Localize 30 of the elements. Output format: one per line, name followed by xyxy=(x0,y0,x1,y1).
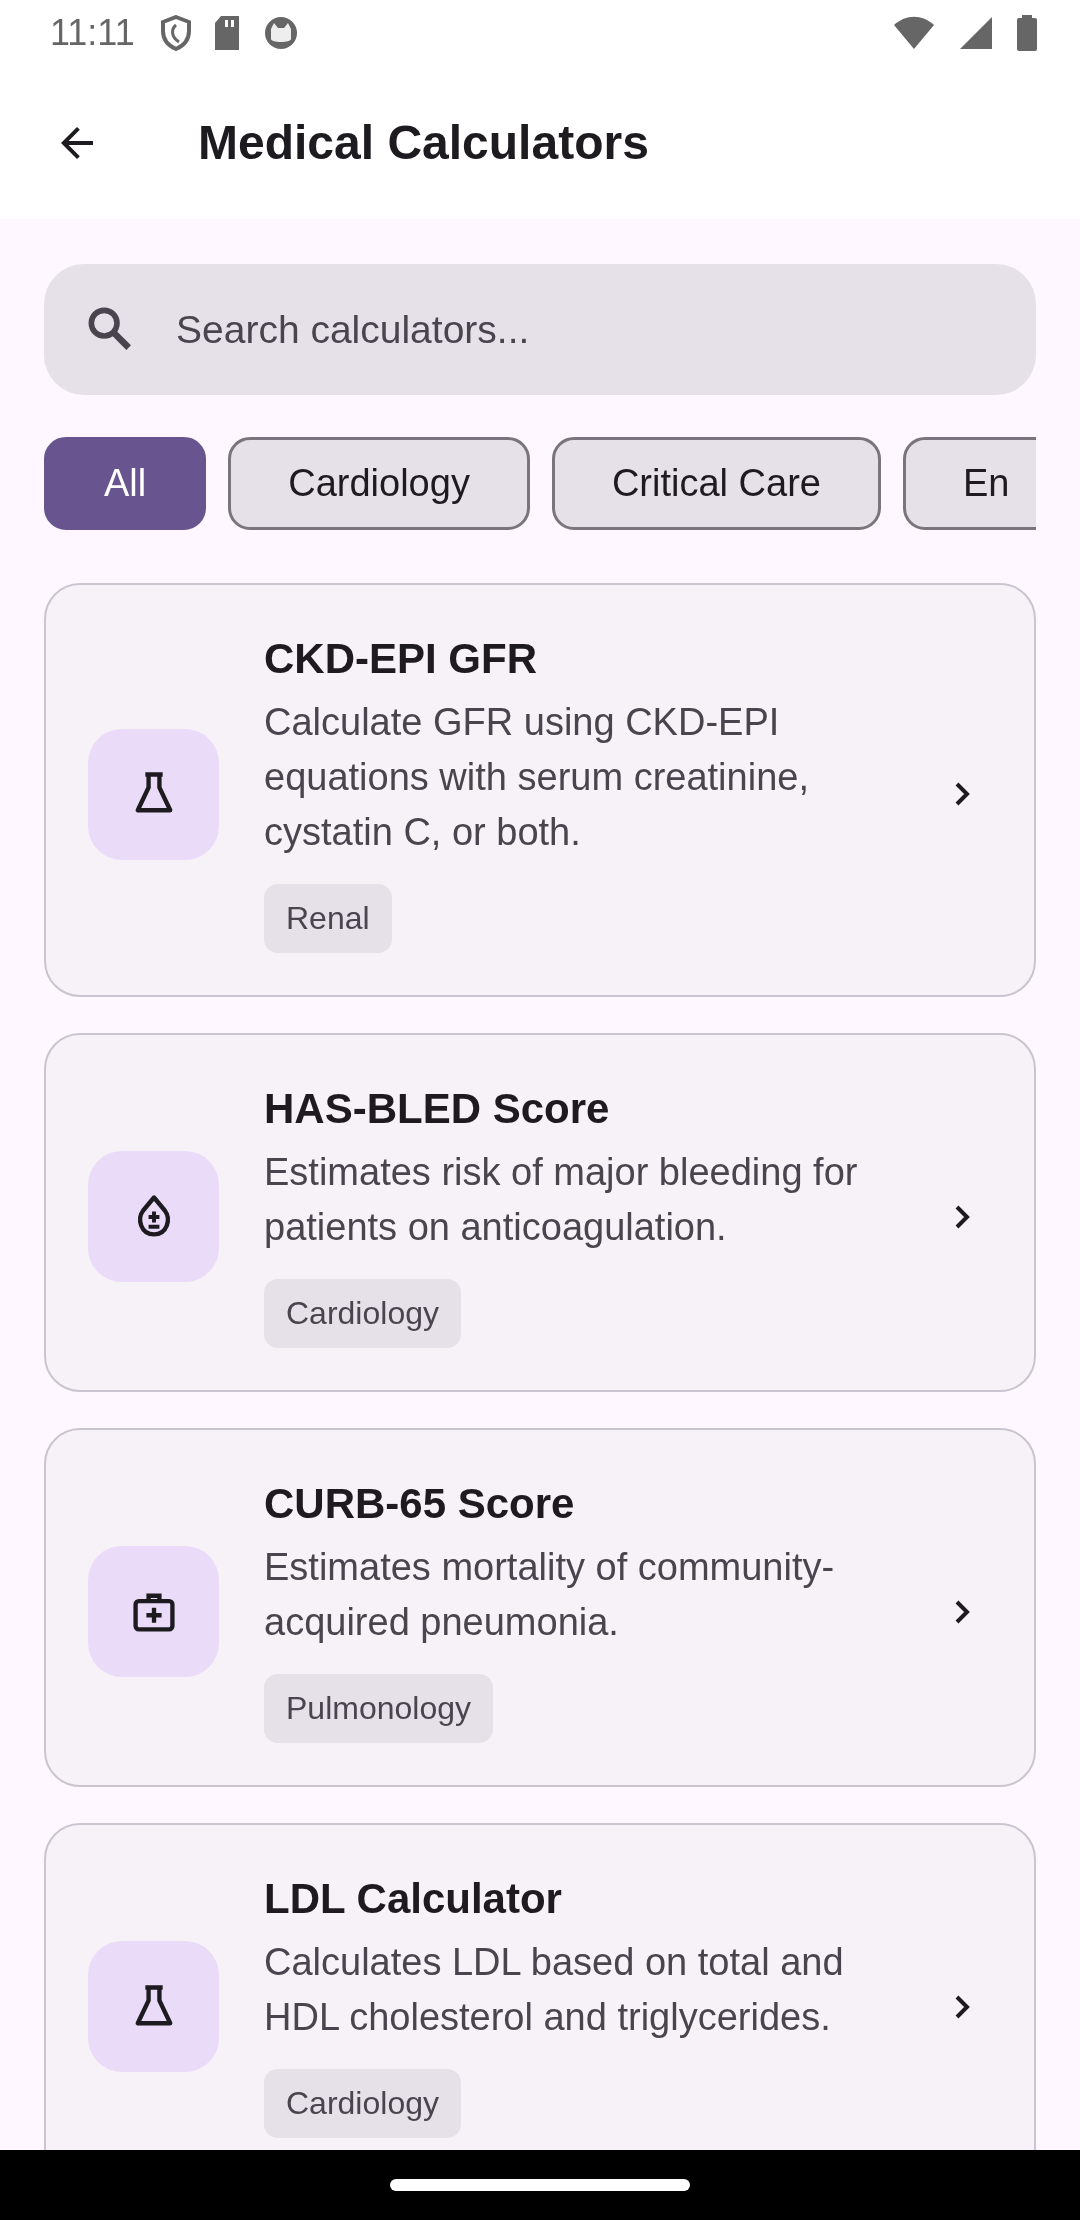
home-handle[interactable] xyxy=(390,2179,690,2191)
shield-icon xyxy=(160,15,191,51)
battery-icon xyxy=(1016,15,1038,51)
page-title: Medical Calculators xyxy=(198,115,649,170)
filter-chip[interactable]: En xyxy=(902,437,1036,530)
signal-icon xyxy=(958,15,994,51)
category-tag: Renal xyxy=(264,884,392,953)
calculator-title: HAS-BLED Score xyxy=(264,1085,610,1133)
calculator-title: LDL Calculator xyxy=(264,1875,562,1923)
category-tag: Pulmonology xyxy=(264,1674,493,1743)
cat-face-icon xyxy=(262,15,299,51)
sd-card-icon xyxy=(212,15,241,51)
calculator-title: CURB-65 Score xyxy=(264,1480,575,1528)
filter-chip[interactable]: Critical Care xyxy=(551,437,881,530)
calculator-description: Calculates LDL based on total and HDL cholesterol and triglycerides. xyxy=(264,1940,845,2040)
calculator-card[interactable]: CURB-65 Score Estimates mortality of community-acquired pneumonia. Pulmonology xyxy=(44,1428,1036,1787)
calculator-description: Estimates mortality of community-acquired pneumonia. xyxy=(264,1545,836,1645)
search-field[interactable]: Search calculators... xyxy=(44,264,1036,395)
calculator-card[interactable]: HAS-BLED Score Estimates risk of major bleeding for patients on anticoagulation. Cardiology xyxy=(44,1033,1036,1392)
category-tag: Cardiology xyxy=(264,1279,461,1348)
filter-chip[interactable]: Cardiology xyxy=(228,437,530,530)
calculator-card[interactable]: LDL Calculator Calculates LDL based on total and HDL cholesterol and triglycerides. Cardiology xyxy=(44,1823,1036,2150)
filter-chip[interactable]: All xyxy=(44,437,207,530)
calculator-description: Calculate GFR using CKD-EPI equations with serum creatinine, cystatin C, or both. xyxy=(264,700,810,855)
calculator-title: CKD-EPI GFR xyxy=(264,635,537,683)
wifi-icon xyxy=(892,15,936,51)
calculator-card[interactable]: CKD-EPI GFR Calculate GFR using CKD-EPI equations with serum creatinine, cystatin C, or both. Renal xyxy=(44,583,1036,997)
status-time: 11:11 xyxy=(50,12,135,54)
category-tag: Cardiology xyxy=(264,2069,461,2138)
calculator-description: Estimates risk of major bleeding for patients on anticoagulation. xyxy=(264,1150,859,1250)
